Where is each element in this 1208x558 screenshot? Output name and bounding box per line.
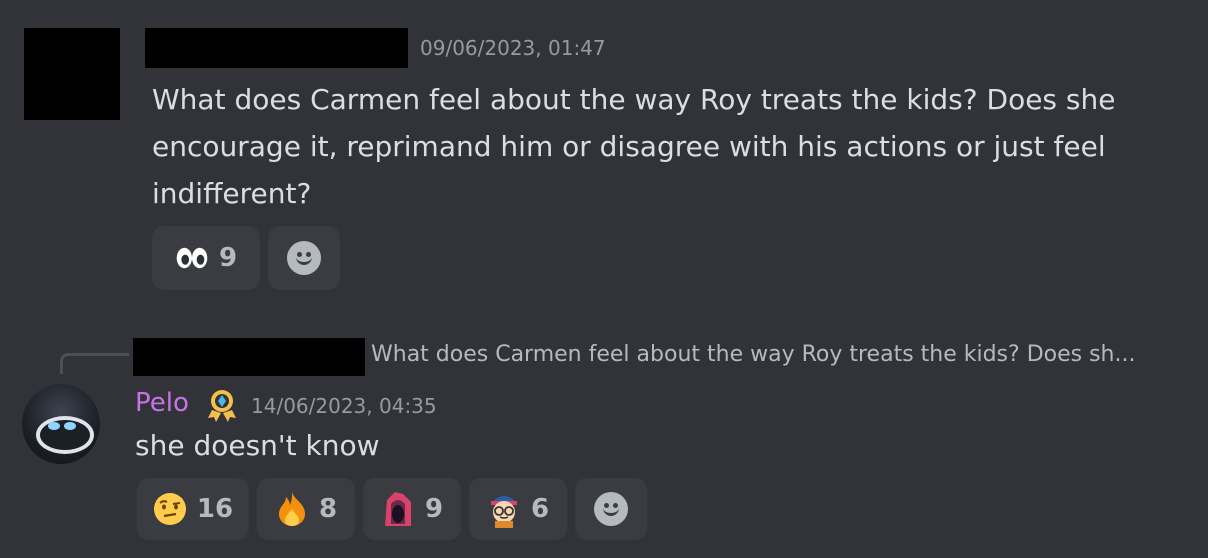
reaction-count: 16 bbox=[196, 494, 234, 524]
message-timestamp: 14/06/2023, 04:35 bbox=[251, 394, 437, 418]
reaction-custom-nerd[interactable]: 6 bbox=[469, 478, 567, 540]
reaction-count: 8 bbox=[318, 494, 338, 524]
message-timestamp: 09/06/2023, 01:47 bbox=[420, 36, 606, 60]
add-reaction-button[interactable] bbox=[268, 226, 340, 290]
reaction-count: 6 bbox=[530, 494, 550, 524]
reply-connector bbox=[60, 353, 129, 374]
reply-preview[interactable]: What does Carmen feel about the way Roy … bbox=[371, 342, 1135, 367]
redacted-username[interactable] bbox=[145, 28, 408, 68]
smile-icon bbox=[594, 492, 628, 526]
smile-icon bbox=[287, 241, 321, 275]
redacted-reply-username[interactable] bbox=[133, 338, 365, 376]
custom-nerd-emoji-icon bbox=[487, 492, 521, 528]
reaction-count: 9 bbox=[424, 494, 444, 524]
reactions-bar: 9 bbox=[152, 226, 340, 290]
reaction-count: 9 bbox=[218, 243, 238, 273]
fire-emoji-icon bbox=[275, 492, 309, 526]
reactions-bar: 16 8 9 6 bbox=[137, 478, 647, 540]
eyes-emoji-icon bbox=[175, 241, 209, 275]
redacted-avatar[interactable] bbox=[24, 28, 120, 120]
message-text: she doesn't know bbox=[135, 429, 380, 462]
reaction-eyes[interactable]: 9 bbox=[152, 226, 260, 290]
guild-badge-icon[interactable] bbox=[204, 388, 240, 422]
message-text: What does Carmen feel about the way Roy … bbox=[152, 83, 1116, 210]
username[interactable]: Pelo bbox=[135, 388, 189, 418]
reaction-raised-eyebrow[interactable]: 16 bbox=[137, 478, 249, 540]
raised-eyebrow-emoji-icon bbox=[153, 492, 187, 526]
custom-scream-emoji-icon bbox=[381, 492, 415, 526]
avatar[interactable] bbox=[22, 384, 100, 464]
reaction-fire[interactable]: 8 bbox=[257, 478, 355, 540]
reaction-custom-scream[interactable]: 9 bbox=[363, 478, 461, 540]
add-reaction-button[interactable] bbox=[575, 478, 647, 540]
